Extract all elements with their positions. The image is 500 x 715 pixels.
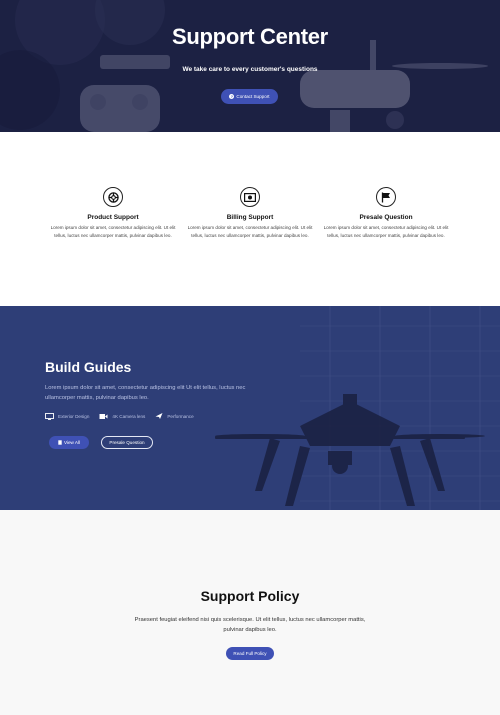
money-icon [240, 187, 260, 207]
hero-subtitle: We take care to every customer's questio… [182, 66, 318, 73]
meta-label: 4K Camera lens [112, 413, 146, 419]
support-features-section: Product Support Lorem ipsum dolor sit am… [0, 132, 500, 306]
feature-presale-question: Presale Question Lorem ipsum dolor sit a… [321, 187, 451, 239]
feature-billing-support: Billing Support Lorem ipsum dolor sit am… [185, 187, 315, 239]
feature-title: Product Support [87, 214, 139, 221]
flag-icon [376, 187, 396, 207]
drone-background-image [0, 306, 500, 510]
presale-question-button[interactable]: Presale Question [101, 436, 153, 449]
meta-label: Performance [167, 413, 194, 419]
plane-icon [155, 413, 163, 419]
feature-title: Billing Support [226, 214, 274, 221]
monitor-icon [45, 412, 54, 420]
question-circle-icon: ? [229, 94, 235, 99]
feature-text: Lorem ipsum dolor sit amet, consectetur … [187, 225, 313, 238]
support-policy-text: Praesent feugiat eleifend nisi quis scel… [134, 617, 366, 633]
feature-title: Presale Question [359, 214, 413, 221]
build-guides-meta: Exterior Design 4K Camera lens Performan… [45, 412, 194, 420]
meta-exterior-design: Exterior Design [45, 412, 90, 420]
build-guides-text: Lorem ipsum dolor sit amet, consectetur … [45, 385, 246, 401]
support-policy-title: Support Policy [200, 588, 300, 604]
meta-camera-lens: 4K Camera lens [99, 413, 145, 420]
build-guides-title: Build Guides [45, 359, 132, 375]
view-all-label: View All [63, 440, 80, 445]
hero-section: Support Center We take care to every cus… [0, 0, 500, 132]
meta-label: Exterior Design [58, 413, 90, 419]
lifebuoy-icon [103, 187, 123, 207]
video-camera-icon [99, 413, 108, 419]
contact-support-label: Contact Support [236, 94, 270, 99]
meta-performance: Performance [155, 412, 194, 420]
document-icon [58, 440, 62, 445]
support-policy-section: Support Policy Praesent feugiat eleifend… [0, 510, 500, 715]
view-all-button[interactable]: View All [49, 436, 89, 449]
contact-support-button[interactable]: ? Contact Support [221, 89, 278, 104]
feature-text: Lorem ipsum dolor sit amet, consectetur … [50, 225, 176, 238]
read-full-policy-button[interactable]: Read Full Policy [226, 647, 274, 660]
build-guides-section: Build Guides Lorem ipsum dolor sit amet,… [0, 306, 500, 510]
feature-product-support: Product Support Lorem ipsum dolor sit am… [48, 187, 178, 239]
feature-text: Lorem ipsum dolor sit amet, consectetur … [323, 225, 449, 238]
page-title: Support Center [172, 24, 328, 49]
